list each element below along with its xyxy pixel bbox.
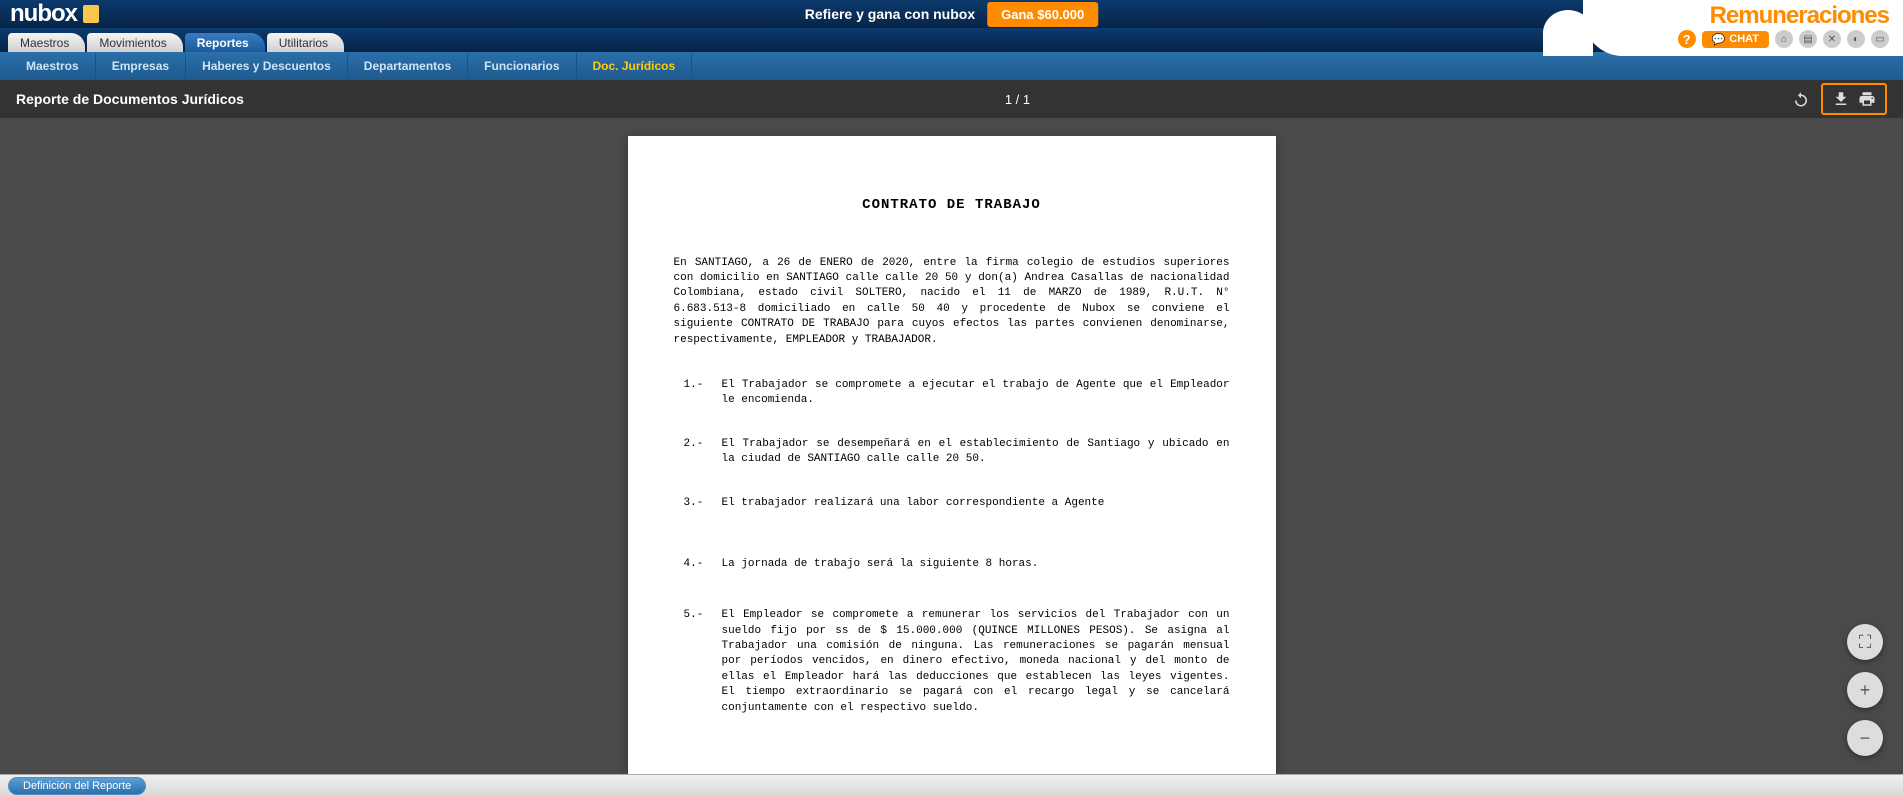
viewer-toolbar: Reporte de Documentos Jurídicos 1 / 1 — [0, 80, 1903, 118]
clause-num: 5.- — [684, 608, 722, 716]
promo-button[interactable]: Gana $60.000 — [987, 2, 1098, 27]
tab-movimientos[interactable]: Movimientos — [87, 33, 182, 52]
clause-3: 3.- El trabajador realizará una labor co… — [674, 496, 1230, 511]
clause-text: El Trabajador se desempeñará en el estab… — [722, 437, 1230, 468]
clause-text: La jornada de trabajo será la siguiente … — [722, 557, 1230, 572]
chat-icon: 💬 — [1712, 33, 1726, 46]
window-icon[interactable]: ▭ — [1871, 30, 1889, 48]
logo[interactable]: nubox — [10, 0, 99, 28]
viewer-actions — [1791, 83, 1887, 115]
print-icon[interactable] — [1857, 89, 1877, 109]
clause-num: 4.- — [684, 557, 722, 572]
tab-utilitarios[interactable]: Utilitarios — [267, 33, 344, 52]
subnav-departamentos[interactable]: Departamentos — [348, 53, 468, 79]
document-page: CONTRATO DE TRABAJO En SANTIAGO, a 26 de… — [628, 136, 1276, 774]
clause-5: 5.- El Empleador se compromete a remuner… — [674, 608, 1230, 716]
zoom-out-icon[interactable]: − — [1847, 720, 1883, 756]
logo-icon — [83, 5, 99, 23]
document-intro: En SANTIAGO, a 26 de ENERO de 2020, entr… — [674, 256, 1230, 348]
rotate-icon[interactable] — [1791, 89, 1811, 109]
logo-text: nubox — [10, 0, 77, 28]
viewer-title: Reporte de Documentos Jurídicos — [16, 91, 244, 107]
document-title: CONTRATO DE TRABAJO — [674, 196, 1230, 216]
fit-icon[interactable]: ⛶ — [1847, 624, 1883, 660]
promo-text: Refiere y gana con nubox — [805, 6, 975, 22]
subnav-doc-juridicos[interactable]: Doc. Jurídicos — [577, 53, 693, 79]
clause-1: 1.- El Trabajador se compromete a ejecut… — [674, 378, 1230, 409]
clause-text: El Empleador se compromete a remunerar l… — [722, 608, 1230, 716]
sub-nav: Maestros Empresas Haberes y Descuentos D… — [0, 52, 1903, 80]
grid-icon[interactable]: ▤ — [1799, 30, 1817, 48]
clause-4: 4.- La jornada de trabajo será la siguie… — [674, 557, 1230, 572]
zoom-in-icon[interactable]: + — [1847, 672, 1883, 708]
clause-num: 2.- — [684, 437, 722, 468]
download-icon[interactable] — [1831, 89, 1851, 109]
document-scroll-area[interactable]: CONTRATO DE TRABAJO En SANTIAGO, a 26 de… — [0, 118, 1903, 774]
subnav-maestros[interactable]: Maestros — [10, 53, 96, 79]
clause-2: 2.- El Trabajador se desempeñará en el e… — [674, 437, 1230, 468]
subnav-haberes[interactable]: Haberes y Descuentos — [186, 53, 348, 79]
clause-text: El trabajador realizará una labor corres… — [722, 496, 1230, 511]
footer-bar: Definición del Reporte — [0, 774, 1903, 796]
chat-label: CHAT — [1729, 33, 1759, 45]
cloud-decoration — [1543, 10, 1593, 56]
subnav-empresas[interactable]: Empresas — [96, 53, 186, 79]
home-icon[interactable]: ⌂ — [1775, 30, 1793, 48]
page-indicator: 1 / 1 — [1005, 92, 1030, 107]
tab-maestros[interactable]: Maestros — [8, 33, 85, 52]
promo-bar: Refiere y gana con nubox Gana $60.000 — [805, 2, 1099, 27]
definicion-reporte-button[interactable]: Definición del Reporte — [8, 777, 146, 795]
help-icon[interactable]: ? — [1678, 30, 1696, 48]
subnav-funcionarios[interactable]: Funcionarios — [468, 53, 576, 79]
zoom-controls: ⛶ + − — [1847, 624, 1883, 756]
viewer-container: Reporte de Documentos Jurídicos 1 / 1 CO… — [0, 80, 1903, 774]
brand-name: Remuneraciones — [1710, 0, 1895, 30]
tab-reportes[interactable]: Reportes — [185, 33, 265, 52]
clause-num: 3.- — [684, 496, 722, 511]
clause-text: El Trabajador se compromete a ejecutar e… — [722, 378, 1230, 409]
clause-num: 1.- — [684, 378, 722, 409]
globe-icon[interactable]: ◐ — [1847, 30, 1865, 48]
close-icon[interactable]: ✕ — [1823, 30, 1841, 48]
top-header: nubox Refiere y gana con nubox Gana $60.… — [0, 0, 1903, 28]
chat-button[interactable]: 💬 CHAT — [1702, 31, 1769, 48]
